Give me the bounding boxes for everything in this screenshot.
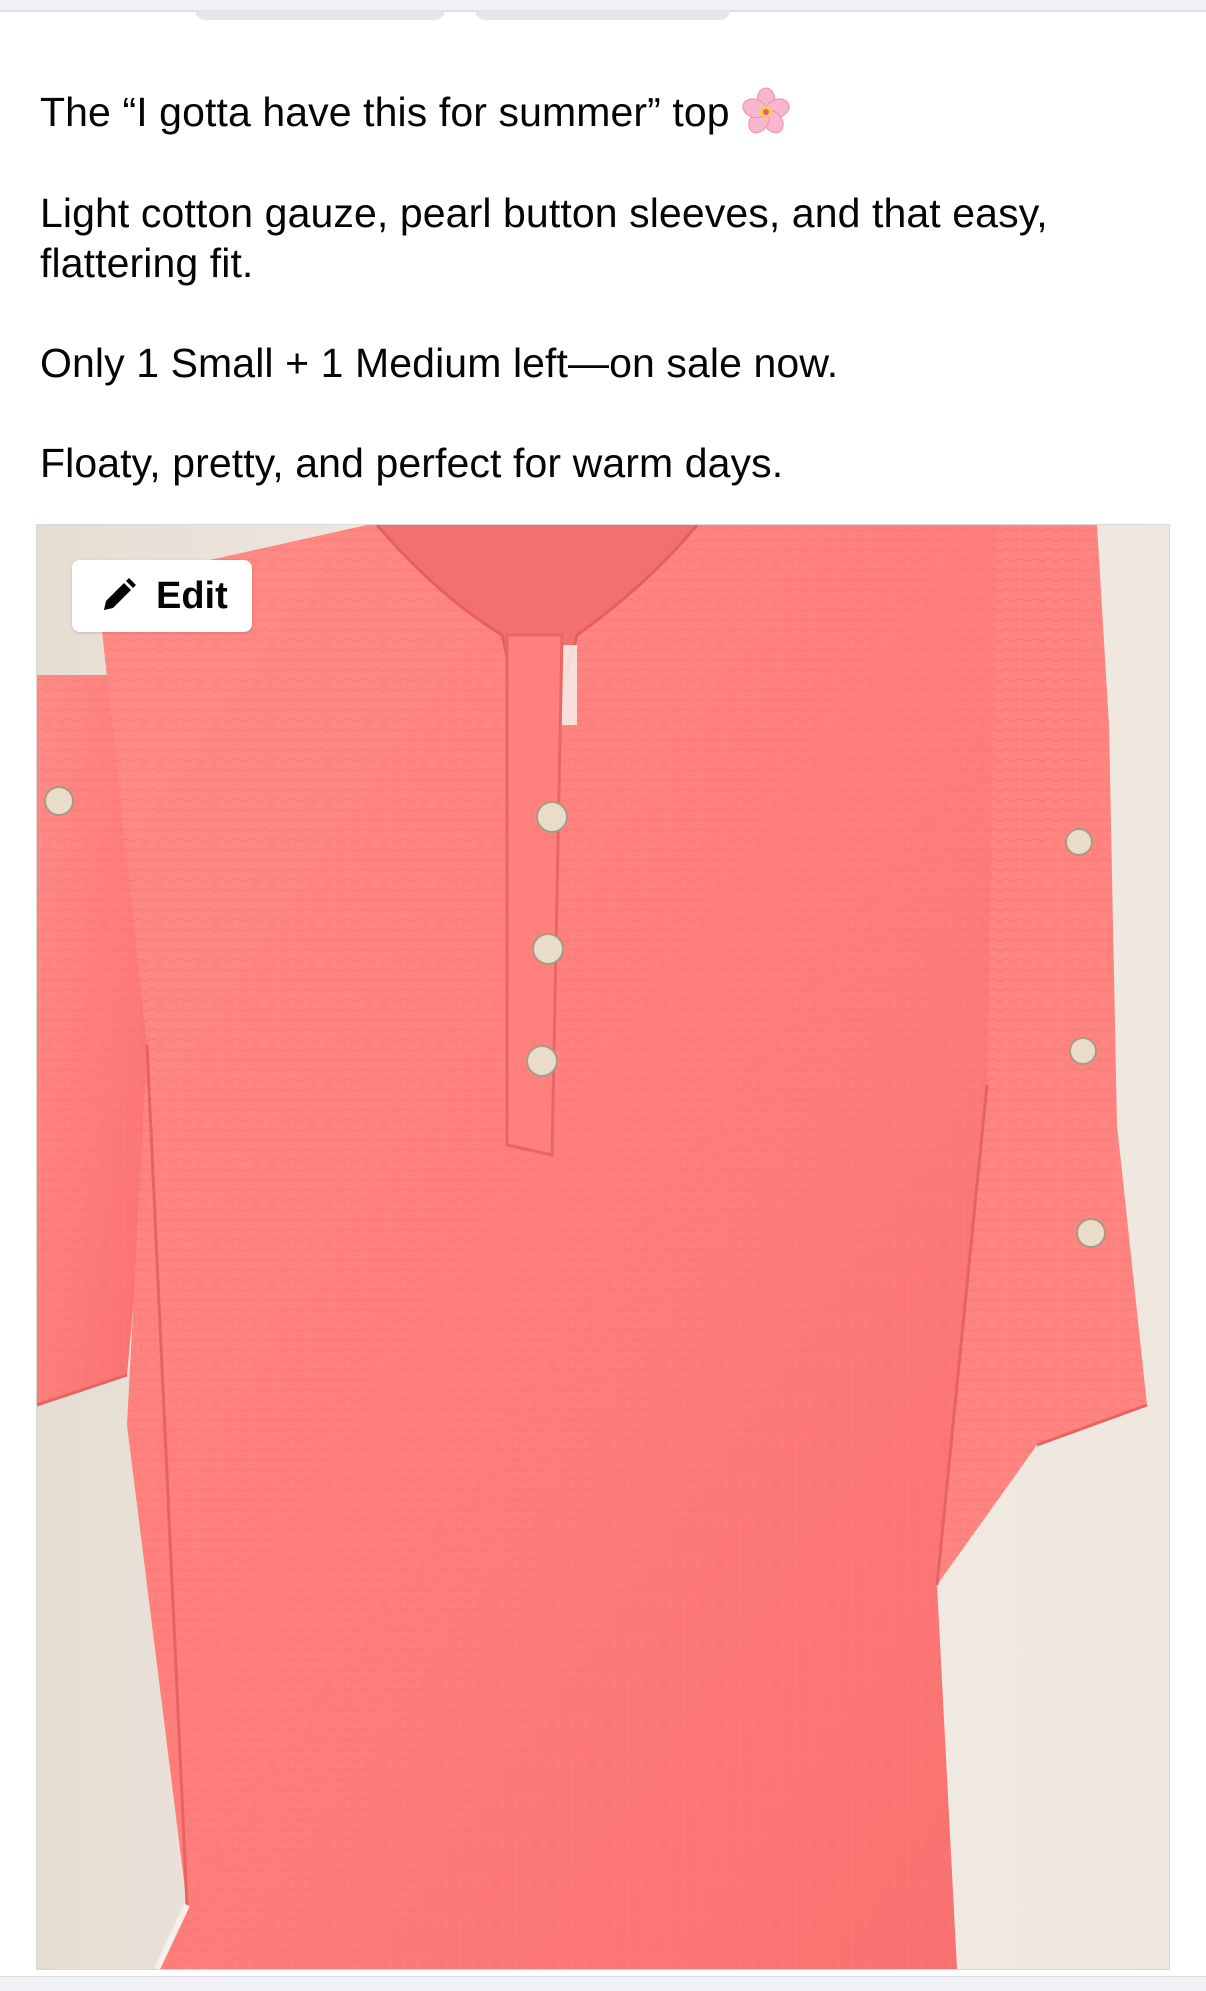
post-line-headline: The “I gotta have this for summer” top — [40, 86, 1170, 138]
post-text: The “I gotta have this for summer” top L… — [40, 86, 1170, 488]
post-line-closing: Floaty, pretty, and perfect for warm day… — [40, 440, 784, 486]
top-tab-right[interactable] — [475, 10, 730, 20]
coral-top-image — [37, 525, 1169, 1969]
cherry-blossom-icon — [742, 87, 790, 134]
post-photo[interactable] — [36, 524, 1170, 1970]
edit-photo-button[interactable]: Edit — [72, 560, 252, 632]
bottom-divider — [0, 1976, 1206, 1991]
post-line-stock: Only 1 Small + 1 Medium left—on sale now… — [40, 340, 839, 386]
top-tab-left[interactable] — [195, 10, 445, 20]
edit-label: Edit — [156, 575, 228, 617]
post-headline-text: The “I gotta have this for summer” top — [40, 89, 730, 135]
pencil-icon — [104, 578, 136, 610]
post-line-description: Light cotton gauze, pearl button sleeves… — [40, 190, 1048, 286]
